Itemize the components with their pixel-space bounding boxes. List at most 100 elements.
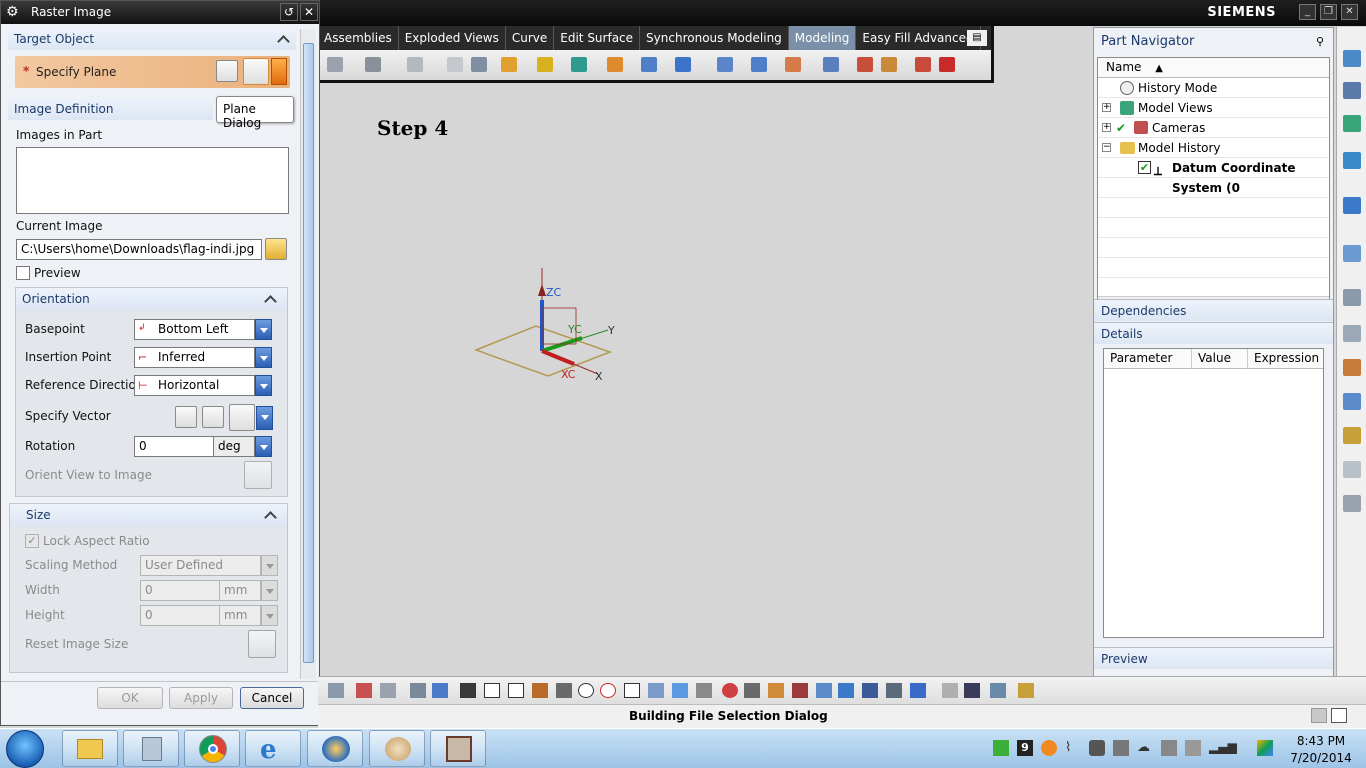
move-icon[interactable] bbox=[862, 683, 878, 698]
specify-plane-row[interactable]: * Specify Plane bbox=[15, 56, 290, 88]
tree-item-model-views[interactable]: + Model Views bbox=[1098, 98, 1329, 118]
folder-open-icon[interactable] bbox=[265, 238, 287, 260]
tab-exploded-views[interactable]: Exploded Views bbox=[399, 26, 506, 50]
line-snap-icon[interactable] bbox=[484, 683, 500, 698]
drive-tray-icon[interactable] bbox=[1161, 740, 1177, 756]
pattern-tool-icon[interactable] bbox=[471, 57, 487, 72]
reset-size-icon[interactable] bbox=[248, 630, 276, 658]
delete-body-icon[interactable] bbox=[939, 57, 955, 72]
copy-icon[interactable] bbox=[816, 683, 832, 698]
measure-icon[interactable] bbox=[768, 683, 784, 698]
tree-item-history-mode[interactable]: History Mode bbox=[1098, 78, 1329, 98]
volume-tray-icon[interactable]: 🔈︎ bbox=[1233, 740, 1249, 756]
scrollbar-thumb[interactable] bbox=[303, 43, 314, 663]
quadrant-snap-icon[interactable] bbox=[600, 683, 616, 698]
document-icon[interactable] bbox=[1343, 461, 1361, 478]
arc-tool-icon[interactable] bbox=[407, 57, 423, 72]
collapse-icon[interactable] bbox=[278, 34, 290, 46]
width-input[interactable]: 0 bbox=[140, 580, 220, 601]
reset-dialog-icon[interactable]: ↺ bbox=[280, 3, 298, 21]
basepoint-select[interactable]: Bottom Left bbox=[134, 319, 255, 340]
system-clock[interactable]: 8:43 PM 7/20/2014 bbox=[1285, 733, 1357, 767]
details-pane[interactable]: Details bbox=[1094, 322, 1333, 344]
ie-taskbar-button[interactable]: e bbox=[245, 730, 301, 767]
sync-tray-icon[interactable] bbox=[993, 740, 1009, 756]
gear-icon[interactable]: ⚙ bbox=[6, 4, 19, 20]
image-viewer-taskbar-button[interactable] bbox=[430, 730, 486, 767]
signal-tray-icon[interactable]: ▂▄▆ bbox=[1209, 740, 1237, 756]
process-studio-icon[interactable] bbox=[1343, 325, 1361, 342]
block-icon[interactable] bbox=[641, 57, 657, 72]
history-palette-icon[interactable] bbox=[1343, 245, 1361, 262]
display-icon[interactable] bbox=[990, 683, 1006, 698]
intersection-snap-icon[interactable] bbox=[556, 683, 572, 698]
wrench-icon[interactable] bbox=[380, 683, 396, 698]
constraint-navigator-icon[interactable] bbox=[1343, 82, 1361, 99]
size-header[interactable]: Size bbox=[10, 504, 287, 526]
tray-badge[interactable]: 9 bbox=[1017, 740, 1033, 756]
save-icon[interactable] bbox=[964, 683, 980, 698]
rotation-input[interactable]: 0 bbox=[134, 436, 214, 457]
drive-sync-tray-icon[interactable] bbox=[1257, 740, 1273, 756]
datum-plane-icon[interactable] bbox=[717, 57, 733, 72]
vector-inferred-icon[interactable] bbox=[229, 404, 255, 431]
roles-icon[interactable] bbox=[1343, 359, 1361, 376]
scaling-method-select[interactable]: User Defined bbox=[140, 555, 261, 576]
plane-inferred-icon[interactable] bbox=[216, 60, 238, 82]
tab-synchronous-modeling[interactable]: Synchronous Modeling bbox=[640, 26, 789, 50]
clock-icon[interactable] bbox=[1343, 289, 1361, 306]
name-column-header[interactable]: Name ▲ bbox=[1098, 58, 1329, 78]
chevron-down-icon[interactable] bbox=[255, 347, 272, 368]
orient-view-icon[interactable] bbox=[244, 461, 272, 489]
revolve-icon[interactable] bbox=[537, 57, 553, 72]
tab-easy-fill-advanced[interactable]: Easy Fill Advanced bbox=[856, 26, 981, 50]
height-options-icon[interactable] bbox=[261, 605, 278, 626]
coordinate-triad[interactable]: ZC YC Y XC X bbox=[470, 258, 630, 388]
part-navigator-icon[interactable] bbox=[1343, 115, 1361, 132]
people-icon[interactable] bbox=[1343, 427, 1361, 444]
hole-icon[interactable] bbox=[571, 57, 587, 72]
avast-tray-icon[interactable] bbox=[1041, 740, 1057, 756]
dialog-scrollbar[interactable] bbox=[300, 29, 316, 679]
tree-item-datum-csys[interactable]: ✔ ⟂ Datum Coordinate System (0 bbox=[1098, 158, 1329, 195]
grid-icon[interactable] bbox=[1343, 495, 1361, 512]
draft-icon[interactable] bbox=[915, 57, 931, 72]
solid-body-icon[interactable] bbox=[410, 683, 426, 698]
system-scenes-icon[interactable] bbox=[1343, 393, 1361, 410]
wireless-tray-icon[interactable]: ⌇ bbox=[1065, 740, 1081, 756]
preview-pane[interactable]: Preview bbox=[1094, 647, 1333, 669]
pin-icon[interactable]: ⚲ bbox=[1316, 35, 1324, 48]
restore-icon[interactable]: ❐ bbox=[1320, 4, 1337, 20]
collapse-icon[interactable] bbox=[265, 294, 277, 306]
assembly-navigator-icon[interactable] bbox=[1343, 50, 1361, 67]
mirror-icon[interactable] bbox=[881, 57, 897, 72]
redo-icon[interactable] bbox=[942, 683, 958, 698]
nx-taskbar-button[interactable] bbox=[307, 730, 363, 767]
edit-object-icon[interactable] bbox=[886, 683, 902, 698]
images-in-part-list[interactable] bbox=[16, 147, 289, 214]
dialog-close-icon[interactable]: ✕ bbox=[300, 3, 318, 21]
paint-taskbar-button[interactable] bbox=[369, 730, 425, 767]
minimize-icon[interactable]: _ bbox=[1299, 4, 1316, 20]
collapse-icon[interactable] bbox=[265, 510, 277, 522]
offset-tool-icon[interactable] bbox=[447, 57, 463, 72]
chevron-down-icon[interactable] bbox=[255, 375, 272, 396]
collapse-icon[interactable]: − bbox=[1102, 143, 1111, 152]
edge-blend-icon[interactable] bbox=[785, 57, 801, 72]
reference-direction-select[interactable]: Horizontal bbox=[134, 375, 255, 396]
value-column-header[interactable]: Value bbox=[1192, 349, 1248, 369]
sketch-tool-icon[interactable] bbox=[327, 57, 343, 72]
target-object-header[interactable]: Target Object bbox=[8, 28, 296, 50]
snap-icon[interactable] bbox=[356, 683, 372, 698]
tab-edit-surface[interactable]: Edit Surface bbox=[554, 26, 641, 50]
status-selection-icon[interactable] bbox=[1311, 708, 1327, 723]
chevron-down-icon[interactable] bbox=[256, 406, 273, 430]
extrude-icon[interactable] bbox=[501, 57, 517, 72]
tangent-icon[interactable] bbox=[744, 683, 760, 698]
explorer-taskbar-button[interactable] bbox=[62, 730, 118, 767]
device-tray-icon[interactable] bbox=[1089, 740, 1105, 756]
width-options-icon[interactable] bbox=[261, 580, 278, 601]
tab-assemblies[interactable]: Assemblies bbox=[318, 26, 399, 50]
calculator-taskbar-button[interactable] bbox=[123, 730, 179, 767]
sheet-body-icon[interactable] bbox=[432, 683, 448, 698]
